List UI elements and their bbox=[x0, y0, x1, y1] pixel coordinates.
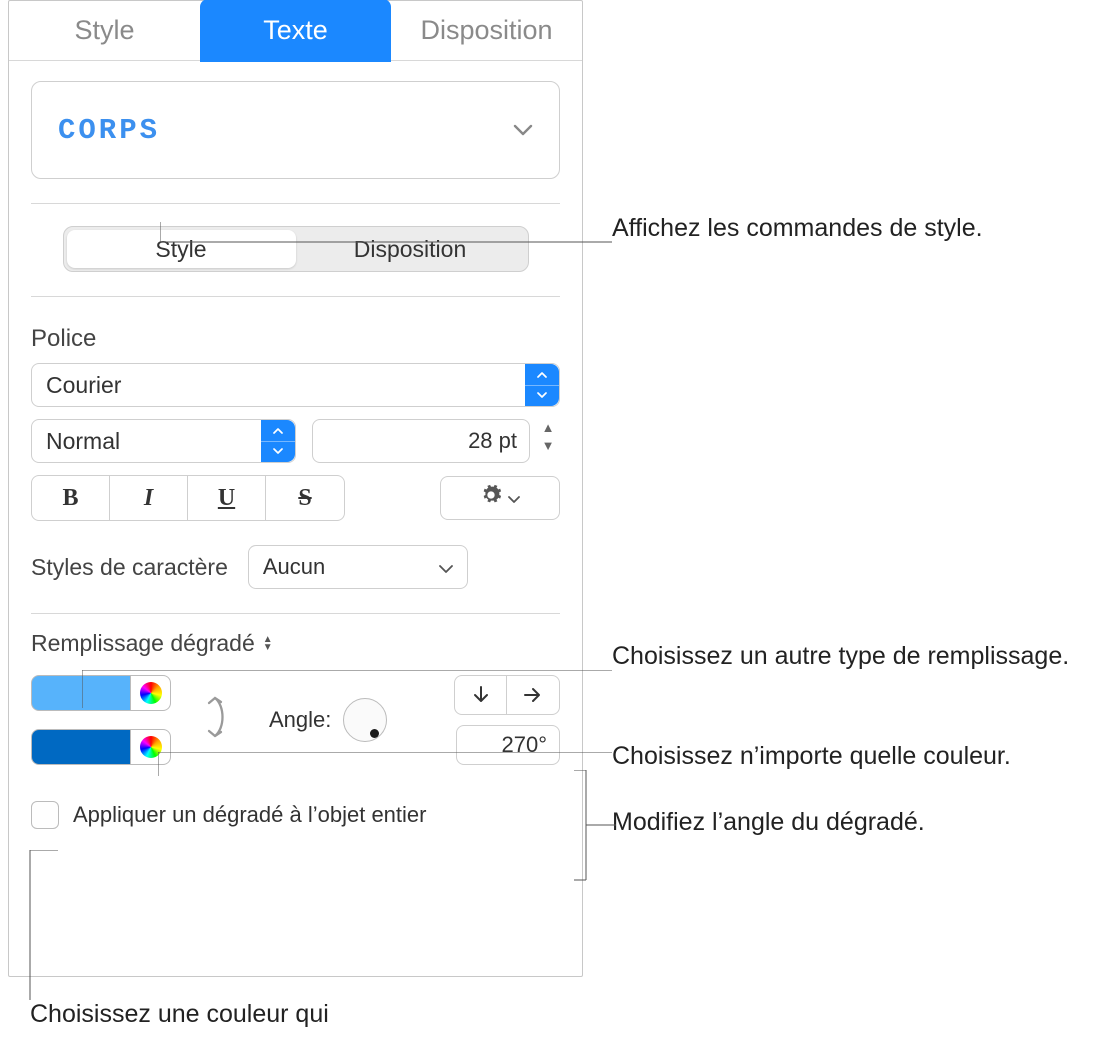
inspector-panel: Style Texte Disposition CORPS Style Disp… bbox=[8, 0, 583, 977]
font-family-value: Courier bbox=[46, 372, 121, 399]
angle-value: 270° bbox=[501, 732, 547, 758]
font-weight-stepper[interactable] bbox=[261, 420, 295, 462]
font-weight-select[interactable]: Normal bbox=[31, 419, 296, 463]
font-weight-value: Normal bbox=[46, 428, 120, 455]
italic-button[interactable]: I bbox=[110, 476, 188, 520]
angle-direction-buttons bbox=[454, 675, 560, 715]
tab-style[interactable]: Style bbox=[9, 1, 200, 60]
angle-right-button[interactable] bbox=[507, 676, 559, 714]
chevron-down-icon bbox=[525, 386, 559, 407]
callout-style-commands: Affichez les commandes de style. bbox=[612, 212, 983, 246]
font-size-value: 28 pt bbox=[468, 428, 517, 454]
colorwheel-icon bbox=[140, 736, 162, 758]
chevron-down-icon bbox=[513, 124, 533, 136]
segment-style[interactable]: Style bbox=[67, 230, 296, 268]
paragraph-style-dropdown[interactable]: CORPS bbox=[31, 81, 560, 179]
callout-fill-type: Choisissez un autre type de remplissage. bbox=[612, 640, 1069, 674]
strike-button[interactable]: S bbox=[266, 476, 344, 520]
chevron-up-icon bbox=[261, 420, 295, 442]
chevron-up-icon bbox=[525, 364, 559, 386]
char-styles-value: Aucun bbox=[263, 554, 325, 580]
segmented-style-disposition: Style Disposition bbox=[63, 226, 529, 272]
char-styles-select[interactable]: Aucun bbox=[248, 545, 468, 589]
tab-disposition[interactable]: Disposition bbox=[391, 1, 582, 60]
gear-icon bbox=[480, 484, 502, 512]
angle-dial[interactable] bbox=[343, 698, 387, 742]
fill-type-label: Remplissage dégradé bbox=[31, 630, 255, 657]
chevron-down-icon bbox=[261, 442, 295, 463]
underline-button[interactable]: U bbox=[188, 476, 266, 520]
font-style-group: B I U S bbox=[31, 475, 345, 521]
callout-bottom-color: Choisissez une couleur qui bbox=[30, 998, 329, 1032]
angle-value-field[interactable]: 270° bbox=[456, 725, 560, 765]
divider bbox=[31, 203, 560, 204]
font-section-label: Police bbox=[31, 325, 560, 353]
top-tab-bar: Style Texte Disposition bbox=[9, 1, 582, 61]
tab-texte[interactable]: Texte bbox=[200, 0, 391, 62]
apply-to-whole-object-checkbox[interactable] bbox=[31, 801, 59, 829]
font-size-field[interactable]: 28 pt bbox=[312, 419, 531, 463]
gradient-color-1-swatch[interactable] bbox=[31, 675, 131, 711]
gradient-color-2-wheel-button[interactable] bbox=[131, 729, 171, 765]
colorwheel-icon bbox=[140, 682, 162, 704]
gradient-color-1-wheel-button[interactable] bbox=[131, 675, 171, 711]
divider bbox=[31, 613, 560, 614]
apply-to-whole-object-label: Appliquer un dégradé à l’objet entier bbox=[73, 802, 426, 828]
segment-disposition[interactable]: Disposition bbox=[296, 230, 525, 268]
fill-type-dropdown[interactable]: Remplissage dégradé ▲▼ bbox=[31, 630, 560, 657]
callout-any-color: Choisissez n’importe quelle couleur. bbox=[612, 740, 1011, 774]
font-size-stepper[interactable]: ▲ ▼ bbox=[536, 419, 560, 463]
angle-label: Angle: bbox=[269, 707, 331, 733]
font-family-stepper[interactable] bbox=[525, 364, 559, 406]
chevron-down-icon: ▼ bbox=[536, 441, 560, 459]
char-styles-label: Styles de caractère bbox=[31, 554, 228, 581]
gradient-color-2-swatch[interactable] bbox=[31, 729, 131, 765]
chevron-down-icon bbox=[439, 554, 453, 580]
swap-colors-button[interactable] bbox=[207, 692, 233, 749]
advanced-options-button[interactable] bbox=[440, 476, 560, 520]
chevron-down-icon bbox=[508, 487, 520, 510]
font-family-select[interactable]: Courier bbox=[31, 363, 560, 407]
callout-angle: Modifiez l’angle du dégradé. bbox=[612, 806, 925, 840]
bold-button[interactable]: B bbox=[32, 476, 110, 520]
angle-down-button[interactable] bbox=[455, 676, 507, 714]
divider bbox=[31, 296, 560, 297]
updown-chevron-icon: ▲▼ bbox=[263, 636, 273, 652]
paragraph-style-label: CORPS bbox=[58, 114, 160, 147]
